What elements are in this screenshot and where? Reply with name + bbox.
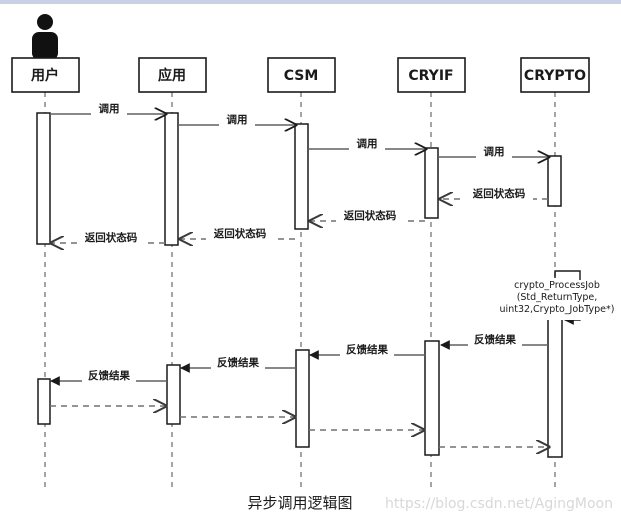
message-label-m9: 反馈结果 <box>474 333 516 346</box>
window-top-border <box>0 0 621 4</box>
participant-box-cryif[interactable]: CRYIF <box>397 57 466 93</box>
message-m6: 返回状态码 <box>310 209 425 228</box>
diagram-caption: 异步调用逻辑图 <box>247 494 352 512</box>
message-label-m1: 调用 <box>99 102 120 115</box>
message-m10: 反馈结果 <box>309 343 425 362</box>
message-m11: 反馈结果 <box>180 356 296 375</box>
activation-bar-cryif-lower <box>424 340 440 456</box>
message-m9: 反馈结果 <box>440 333 548 352</box>
activation-bar-user-lower <box>37 378 51 425</box>
participant-box-app[interactable]: 应用 <box>138 57 207 93</box>
message-label-m10: 反馈结果 <box>346 343 388 356</box>
activation-bar-crypto-upper <box>547 155 562 207</box>
activation-bar-app-lower <box>166 364 181 425</box>
watermark: https://blog.csdn.net/AgingMoon <box>385 496 613 512</box>
sequence-diagram-canvas: 用户 应用 CSM CRYIF CRYPTO 调用 调用 调用 调用 返回状态码… <box>0 0 621 526</box>
message-m2: 调用 <box>178 113 296 132</box>
message-label-m5: 返回状态码 <box>473 187 526 200</box>
activation-bar-csm-lower <box>295 349 310 448</box>
message-m3: 调用 <box>308 137 426 156</box>
activation-bar-csm-upper <box>294 123 309 230</box>
message-label-m6: 返回状态码 <box>344 209 397 222</box>
participant-box-crypto[interactable]: CRYPTO <box>520 57 590 93</box>
message-m7: 返回状态码 <box>180 227 295 246</box>
participant-box-user[interactable]: 用户 <box>11 57 80 93</box>
message-m1: 调用 <box>50 102 166 121</box>
self-call-label-line3: uint32,Crypto_JobType*) <box>500 304 615 315</box>
message-label-m2: 调用 <box>227 113 248 126</box>
self-call-crypto: crypto_ProcessJob (Std_ReturnType, uint3… <box>498 270 616 325</box>
message-m5: 返回状态码 <box>440 187 548 206</box>
participant-label-crypto: CRYPTO <box>524 68 586 84</box>
participant-label-user: 用户 <box>31 67 59 84</box>
message-m4: 调用 <box>438 145 549 164</box>
participant-box-csm[interactable]: CSM <box>267 57 336 93</box>
activation-bar-app-upper <box>164 112 179 246</box>
message-m12: 反馈结果 <box>50 369 167 388</box>
self-call-label-line2: (Std_ReturnType, <box>517 292 598 303</box>
message-label-m12: 反馈结果 <box>88 369 130 382</box>
participant-label-app: 应用 <box>158 67 186 84</box>
self-call-label-line1: crypto_ProcessJob <box>514 280 600 291</box>
activation-bar-cryif-upper <box>424 147 439 219</box>
diagram-svg: 用户 应用 CSM CRYIF CRYPTO 调用 调用 调用 调用 返回状态码… <box>11 14 616 512</box>
message-m8: 返回状态码 <box>51 231 165 250</box>
message-label-m7: 返回状态码 <box>214 227 267 240</box>
message-label-m4: 调用 <box>484 145 505 158</box>
message-label-m11: 反馈结果 <box>217 356 259 369</box>
message-label-m3: 调用 <box>357 137 378 150</box>
participant-label-cryif: CRYIF <box>408 68 453 84</box>
message-label-m8: 返回状态码 <box>85 231 138 244</box>
activation-bar-user-upper <box>36 112 51 245</box>
participant-label-csm: CSM <box>284 68 319 84</box>
activation-bar-crypto-lower <box>547 317 563 458</box>
